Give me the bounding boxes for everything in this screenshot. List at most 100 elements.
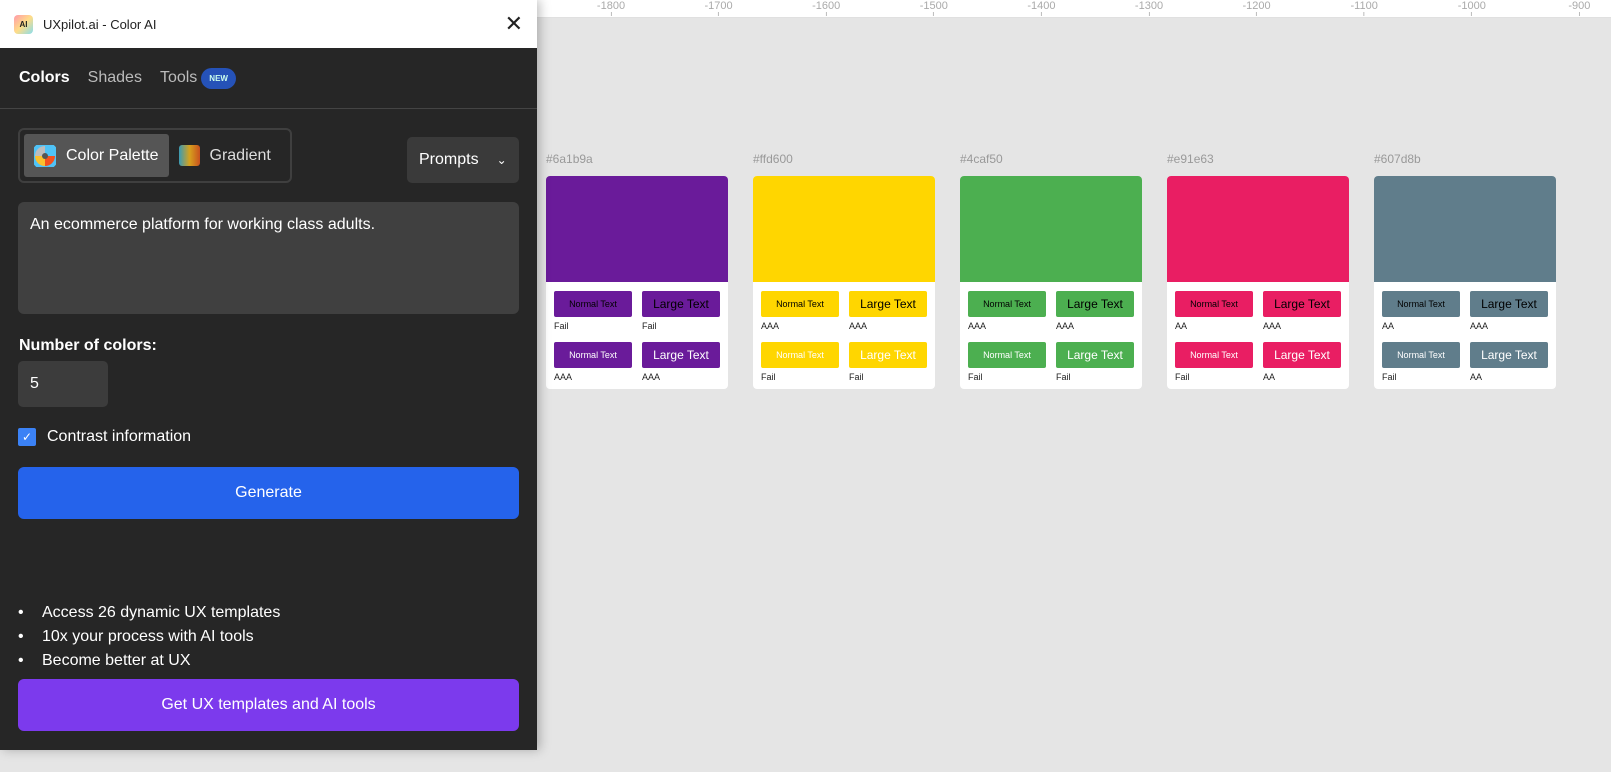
color-card: #607d8b Normal Text AA Large Text AAA Normal … (1374, 152, 1556, 389)
gradient-icon (178, 145, 200, 166)
color-swatch[interactable] (753, 176, 935, 282)
ruler-tick: -1600 (812, 0, 840, 16)
contrast-result: AAA (968, 321, 987, 331)
contrast-result: AAA (554, 372, 573, 382)
normal-text-sample: Normal Text (761, 291, 839, 317)
contrast-sample: Large Text AAA (1056, 291, 1134, 342)
number-of-colors-input[interactable]: 5 (18, 361, 108, 407)
contrast-sample: Large Text Fail (849, 342, 927, 389)
contrast-checkbox[interactable]: ✓ Contrast information (18, 428, 191, 446)
color-card: #e91e63 Normal Text AA Large Text AAA Normal … (1167, 152, 1349, 389)
contrast-sample: Large Text AAA (642, 342, 720, 389)
contrast-result: Fail (1175, 372, 1190, 382)
contrast-sample: Large Text AA (1470, 342, 1548, 389)
normal-text-sample: Normal Text (1382, 342, 1460, 368)
tab-tools[interactable]: Tools (160, 69, 197, 87)
contrast-sample: Large Text AAA (849, 291, 927, 342)
checkmark-icon: ✓ (18, 428, 36, 446)
gradient-label: Gradient (209, 146, 271, 164)
color-palette-button[interactable]: Color Palette (24, 134, 169, 177)
ruler-tick: -1200 (1243, 0, 1271, 16)
contrast-label: Contrast information (47, 428, 192, 445)
ruler-tick: -1700 (705, 0, 733, 16)
large-text-sample: Large Text (849, 291, 927, 317)
large-text-sample: Large Text (1470, 342, 1548, 368)
list-item: 10x your process with AI tools (18, 625, 280, 649)
ruler-tick: -1100 (1351, 0, 1378, 16)
prompt-textarea[interactable]: An ecommerce platform for working class … (18, 202, 519, 314)
contrast-sample: Normal Text AAA (968, 291, 1046, 342)
contrast-sample: Normal Text Fail (968, 342, 1046, 389)
contrast-sample: Normal Text Fail (761, 342, 839, 389)
list-item: Access 26 dynamic UX templates (18, 601, 280, 625)
large-text-sample: Large Text (1263, 291, 1341, 317)
ruler-tick: -1800 (597, 0, 625, 16)
contrast-sample: Normal Text AA (1175, 291, 1253, 342)
contrast-result: Fail (1382, 372, 1397, 382)
gradient-button[interactable]: Gradient (169, 134, 281, 177)
new-badge: NEW (201, 67, 236, 89)
card-body: Normal Text Fail Large Text Fail Normal Text… (546, 176, 728, 389)
color-swatch[interactable] (546, 176, 728, 282)
contrast-sample: Normal Text AAA (761, 291, 839, 342)
ruler-tick: -1300 (1135, 0, 1163, 16)
contrast-result: AAA (1470, 321, 1489, 331)
contrast-result: Fail (554, 321, 569, 331)
large-text-sample: Large Text (849, 342, 927, 368)
normal-text-sample: Normal Text (1382, 291, 1460, 317)
color-card: #6a1b9a Normal Text Fail Large Text Fail Norm… (546, 152, 728, 389)
contrast-sample: Large Text AAA (1470, 291, 1548, 342)
normal-text-sample: Normal Text (554, 291, 632, 317)
large-text-sample: Large Text (1470, 291, 1548, 317)
contrast-result: AAA (1056, 321, 1075, 331)
title-bar: AI UXpilot.ai - Color AI ✕ (0, 0, 537, 48)
card-body: Normal Text AAA Large Text AAA Normal Text Fa… (960, 176, 1142, 389)
contrast-result: Fail (968, 372, 983, 382)
generate-button[interactable]: Generate (18, 467, 519, 519)
ruler-tick: -900 (1568, 0, 1590, 16)
color-card: #4caf50 Normal Text AAA Large Text AAA Normal… (960, 152, 1142, 389)
hex-label: #607d8b (1374, 152, 1421, 166)
contrast-sample: Large Text Fail (1056, 342, 1134, 389)
contrast-result: Fail (642, 321, 657, 331)
card-body: Normal Text AAA Large Text AAA Normal Text Fa… (753, 176, 935, 389)
large-text-sample: Large Text (1056, 342, 1134, 368)
card-body: Normal Text AA Large Text AAA Normal Text Fai… (1167, 176, 1349, 389)
contrast-result: AA (1470, 372, 1483, 382)
contrast-result: Fail (1056, 372, 1071, 382)
normal-text-sample: Normal Text (761, 342, 839, 368)
hex-label: #4caf50 (960, 152, 1003, 166)
tab-colors[interactable]: Colors (19, 69, 70, 87)
large-text-sample: Large Text (642, 291, 720, 317)
contrast-sample: Normal Text AAA (554, 342, 632, 389)
main-tabs: Colors Shades Tools NEW (0, 48, 537, 109)
color-swatch[interactable] (1167, 176, 1349, 282)
normal-text-sample: Normal Text (1175, 342, 1253, 368)
contrast-result: Fail (849, 372, 864, 382)
large-text-sample: Large Text (1056, 291, 1134, 317)
color-palette-label: Color Palette (66, 146, 159, 164)
plugin-panel: AI UXpilot.ai - Color AI ✕ Colors Shades… (0, 0, 537, 750)
contrast-sample: Normal Text Fail (554, 291, 632, 342)
large-text-sample: Large Text (642, 342, 720, 368)
get-templates-button[interactable]: Get UX templates and AI tools (18, 679, 519, 731)
contrast-sample: Large Text AAA (1263, 291, 1341, 342)
color-swatch[interactable] (1374, 176, 1556, 282)
close-icon[interactable]: ✕ (505, 11, 523, 37)
contrast-sample: Normal Text AA (1382, 291, 1460, 342)
contrast-result: AAA (642, 372, 661, 382)
color-swatch[interactable] (960, 176, 1142, 282)
contrast-result: AA (1382, 321, 1395, 331)
prompts-dropdown[interactable]: Prompts ⌄ (407, 137, 519, 183)
feature-list: Access 26 dynamic UX templates 10x your … (18, 601, 280, 673)
prompts-label: Prompts (419, 151, 479, 168)
hex-label: #ffd600 (753, 152, 793, 166)
mode-toggle: Color Palette Gradient (18, 128, 292, 183)
card-body: Normal Text AA Large Text AAA Normal Text Fai… (1374, 176, 1556, 389)
list-item: Become better at UX (18, 649, 280, 673)
app-title: UXpilot.ai - Color AI (43, 16, 157, 32)
tab-shades[interactable]: Shades (88, 69, 142, 87)
contrast-result: AA (1175, 321, 1188, 331)
chevron-down-icon: ⌄ (496, 153, 507, 167)
contrast-sample: Normal Text Fail (1175, 342, 1253, 389)
